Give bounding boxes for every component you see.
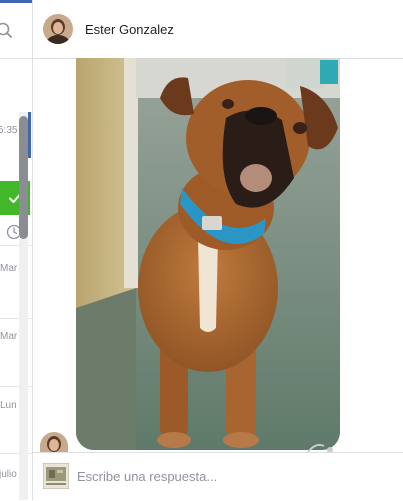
- reply-input[interactable]: [77, 463, 377, 489]
- conversation-date: Lun: [0, 400, 17, 411]
- active-tab-indicator: [0, 0, 32, 3]
- search-icon[interactable]: [0, 22, 16, 38]
- conversation-list-scrollbar[interactable]: [19, 112, 28, 500]
- seen-indicator-icon: [307, 443, 333, 452]
- sender-avatar[interactable]: [40, 432, 68, 452]
- conversation-header: Ester Gonzalez: [33, 0, 403, 59]
- contact-name[interactable]: Ester Gonzalez: [85, 22, 174, 37]
- reply-composer: [33, 452, 403, 501]
- photo-message[interactable]: [76, 58, 340, 450]
- conversation-time: 5:35: [0, 125, 18, 136]
- dog-photo: [76, 58, 340, 450]
- conversation-list-panel: 5:35 Mar Mar Lun julio: [0, 0, 33, 500]
- list-divider: [0, 58, 32, 59]
- selected-conversation-marker: [28, 112, 31, 158]
- scrollbar-thumb[interactable]: [19, 116, 28, 239]
- attachment-thumbnail[interactable]: [42, 462, 70, 490]
- conversation-date: julio: [0, 469, 17, 480]
- contact-avatar[interactable]: [43, 14, 73, 44]
- conversation-date: Mar: [0, 263, 18, 274]
- conversation-date: Mar: [0, 331, 18, 342]
